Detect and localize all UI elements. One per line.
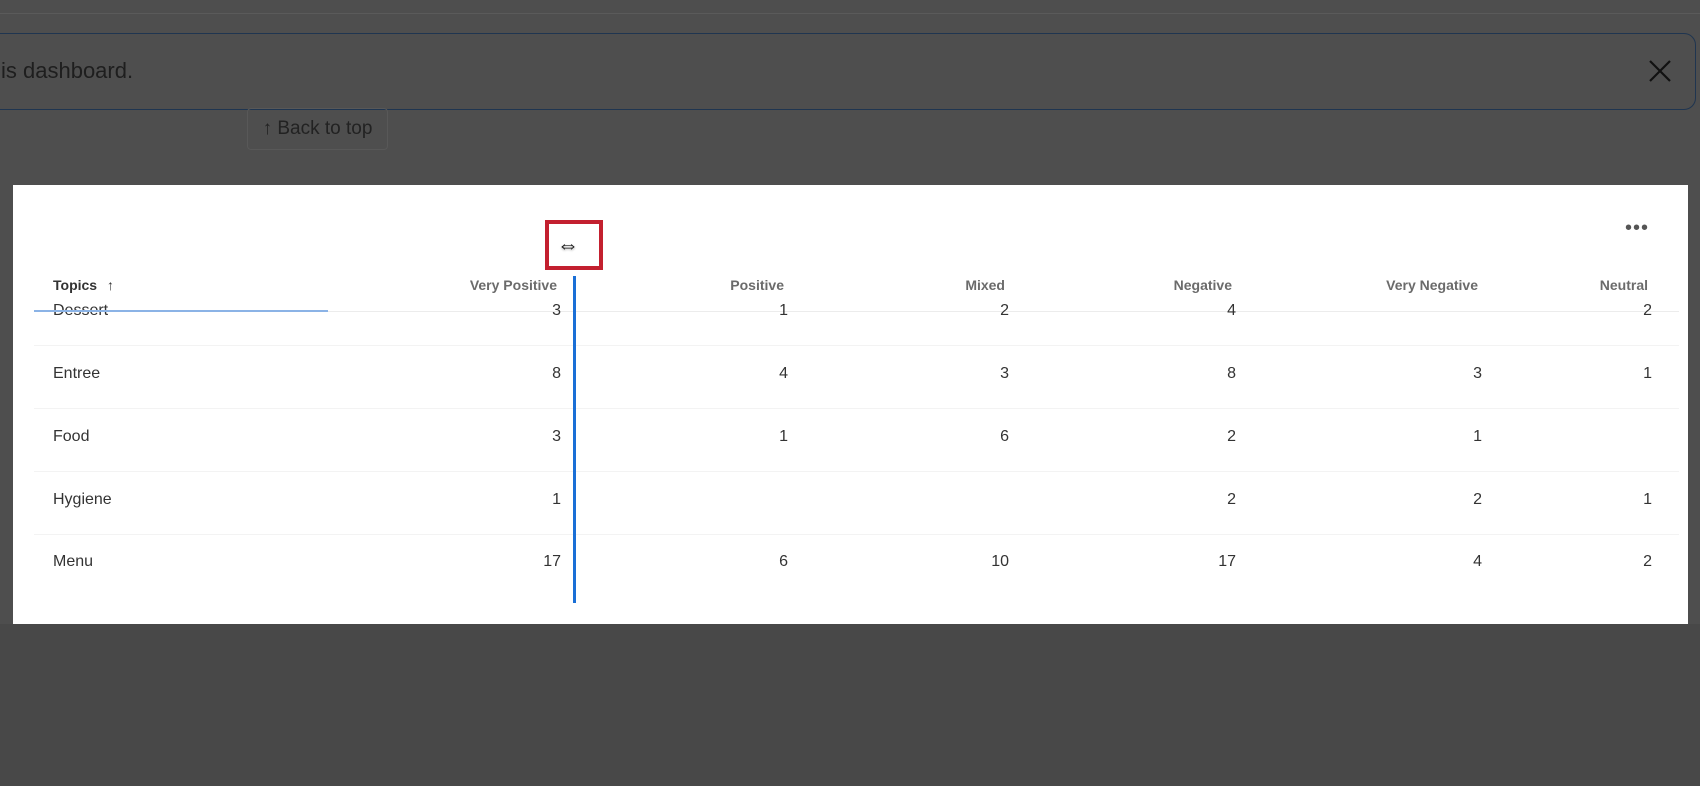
resize-cursor-icon: ⇔: [557, 232, 579, 257]
more-options-icon[interactable]: •••: [1625, 218, 1649, 238]
value-cell: 4: [1473, 553, 1482, 570]
value-cell: 1: [779, 302, 788, 319]
value-cell: 6: [779, 553, 788, 570]
value-cell: 10: [991, 553, 1009, 570]
value-cell: 4: [779, 365, 788, 382]
value-cell: 6: [1000, 428, 1009, 445]
value-cell: 1: [1643, 491, 1652, 508]
row-divider: [34, 471, 1679, 472]
topic-cell: Food: [53, 428, 90, 445]
column-header-topics[interactable]: Topics ↑: [53, 277, 114, 293]
value-cell: 3: [1000, 365, 1009, 382]
topic-cell: Entree: [53, 365, 101, 382]
value-cell: 1: [779, 428, 788, 445]
background-area: [0, 624, 1700, 786]
topic-cell: Menu: [53, 553, 94, 570]
value-cell: 2: [1643, 553, 1652, 570]
value-cell: 17: [1218, 553, 1236, 570]
top-divider: [0, 13, 1700, 14]
column-header[interactable]: Positive: [584, 277, 784, 293]
sorted-column-indicator: [34, 310, 328, 312]
value-cell: 2: [1227, 428, 1236, 445]
value-cell: 2: [1643, 302, 1652, 319]
column-resize-handle[interactable]: [573, 276, 576, 603]
column-header[interactable]: Very Positive: [357, 277, 557, 293]
topics-sentiment-table-widget: ••• Topics ↑ Very Positive Positive Mixed Ne…: [13, 185, 1688, 624]
column-header-label: Topics: [53, 277, 98, 293]
value-cell: 3: [552, 428, 561, 445]
notification-banner: is dashboard.: [0, 33, 1696, 110]
close-icon[interactable]: [1647, 58, 1673, 84]
row-divider: [34, 408, 1679, 409]
back-to-top-button[interactable]: ↑ Back to top: [247, 108, 388, 150]
topic-cell: Hygiene: [53, 491, 112, 508]
value-cell: 8: [552, 365, 561, 382]
value-cell: 2: [1227, 491, 1236, 508]
banner-text: is dashboard.: [1, 58, 134, 83]
value-cell: 17: [543, 553, 561, 570]
value-cell: 1: [1643, 365, 1652, 382]
value-cell: 2: [1473, 491, 1482, 508]
column-header[interactable]: Mixed: [805, 277, 1005, 293]
value-cell: 2: [1000, 302, 1009, 319]
value-cell: 1: [1473, 428, 1482, 445]
row-divider: [34, 534, 1679, 535]
value-cell: 3: [1473, 365, 1482, 382]
highlight-box: ⇔: [545, 220, 603, 270]
value-cell: 8: [1227, 365, 1236, 382]
sort-ascending-icon: ↑: [106, 277, 114, 293]
row-divider: [34, 345, 1679, 346]
column-header[interactable]: Neutral: [1448, 277, 1648, 293]
value-cell: 4: [1227, 302, 1236, 319]
column-header[interactable]: Negative: [1032, 277, 1232, 293]
value-cell: 1: [552, 491, 561, 508]
value-cell: 3: [552, 302, 561, 319]
